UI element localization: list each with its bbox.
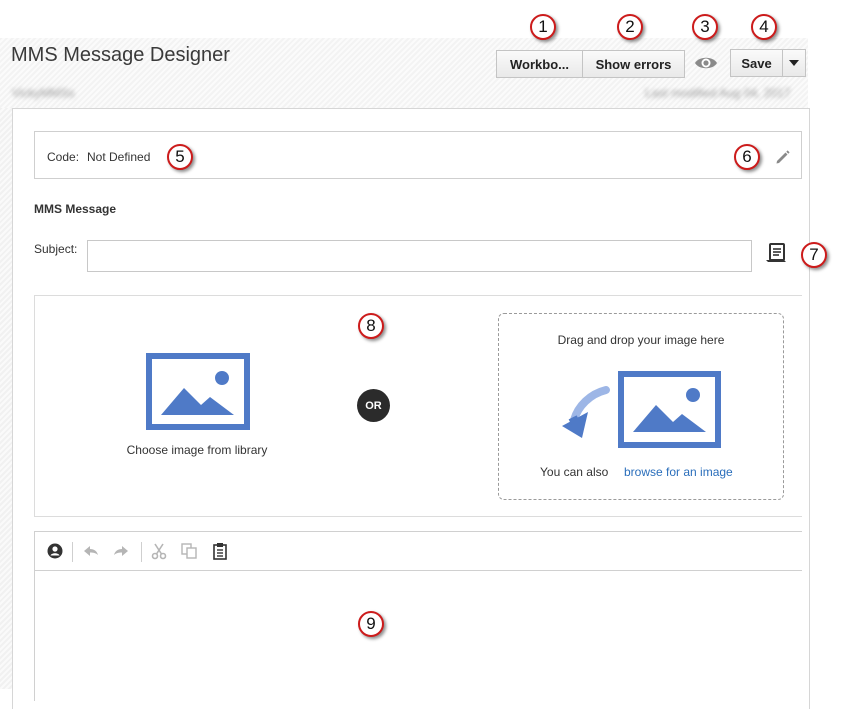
copy-icon[interactable] — [180, 542, 198, 560]
user-name-blurred: VickyMMSs — [12, 86, 75, 100]
personalize-icon[interactable] — [46, 542, 64, 560]
caret-down-icon — [789, 60, 799, 66]
undo-icon[interactable] — [82, 542, 100, 560]
drop-zone-text: Drag and drop your image here — [557, 333, 725, 347]
personalization-icon[interactable] — [764, 241, 790, 265]
code-label: Code: — [47, 150, 80, 164]
browse-image-link[interactable]: browse for an image — [624, 465, 733, 479]
callout-2: 2 — [617, 14, 643, 40]
subject-input[interactable] — [87, 240, 752, 272]
callout-8: 8 — [358, 313, 384, 339]
callout-6: 6 — [734, 144, 760, 170]
choose-from-library-label[interactable]: Choose image from library — [97, 443, 297, 457]
pencil-icon[interactable] — [774, 148, 792, 166]
redo-icon[interactable] — [112, 542, 130, 560]
callout-1: 1 — [530, 14, 556, 40]
image-library-icon[interactable] — [146, 353, 250, 430]
callout-9: 9 — [358, 611, 384, 637]
save-button[interactable]: Save — [730, 49, 783, 77]
or-badge: OR — [357, 389, 390, 422]
last-modified-blurred: Last modified Aug 04, 2017 — [645, 86, 791, 100]
code-value: Not Defined — [87, 150, 151, 164]
section-title: MMS Message — [34, 202, 117, 216]
editor-toolbar-divider — [34, 570, 802, 571]
eye-icon[interactable] — [693, 52, 719, 74]
workbook-button[interactable]: Workbo... — [496, 50, 583, 78]
toolbar-separator — [141, 542, 142, 562]
cut-icon[interactable] — [150, 542, 168, 560]
callout-7: 7 — [801, 242, 827, 268]
show-errors-button[interactable]: Show errors — [583, 50, 685, 78]
callout-5: 5 — [167, 144, 193, 170]
save-dropdown-button[interactable] — [782, 49, 806, 77]
page-title: MMS Message Designer — [11, 44, 230, 66]
callout-4: 4 — [751, 14, 777, 40]
callout-3: 3 — [692, 14, 718, 40]
subject-label: Subject: — [34, 242, 78, 256]
toolbar-separator — [72, 542, 73, 562]
browse-prefix-text: You can also — [540, 465, 609, 479]
paste-icon[interactable] — [211, 542, 229, 560]
drag-image-icon — [560, 368, 722, 450]
left-gutter — [0, 108, 12, 689]
